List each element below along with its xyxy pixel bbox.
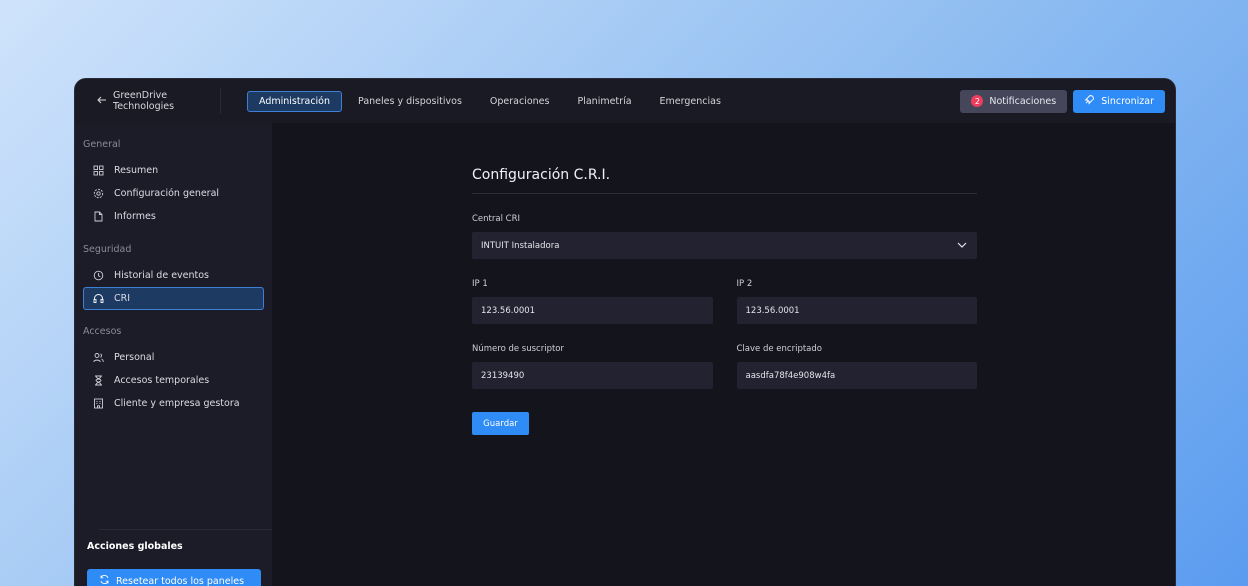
main-content: Configuración C.R.I. Central CRI INTUIT … bbox=[272, 123, 1175, 586]
back-link[interactable]: GreenDrive Technologies bbox=[87, 88, 221, 114]
central-cri-label: Central CRI bbox=[472, 214, 520, 224]
ip2-input[interactable]: 123.56.0001 bbox=[736, 297, 977, 324]
central-cri-value: INTUIT Instaladora bbox=[481, 240, 560, 251]
hourglass-icon bbox=[92, 375, 104, 387]
ip1-input[interactable]: 123.56.0001 bbox=[472, 297, 713, 324]
sidebar-item-resumen[interactable]: Resumen bbox=[83, 159, 264, 182]
subscriber-label: Número de suscriptor bbox=[472, 344, 564, 354]
chevron-down-icon bbox=[957, 241, 967, 251]
ip1-label: IP 1 bbox=[472, 279, 488, 289]
sidebar-item-label: Personal bbox=[114, 352, 155, 363]
refresh-icon bbox=[99, 574, 110, 586]
nav-paneles[interactable]: Paneles y dispositivos bbox=[346, 91, 474, 112]
sidebar: General Resumen Configuración general In… bbox=[75, 123, 272, 586]
nav-planimetria[interactable]: Planimetría bbox=[565, 91, 643, 112]
sidebar-item-cliente[interactable]: Cliente y empresa gestora bbox=[83, 392, 264, 415]
headset-icon bbox=[92, 293, 104, 305]
sidebar-item-accesos-temporales[interactable]: Accesos temporales bbox=[83, 369, 264, 392]
save-button[interactable]: Guardar bbox=[472, 412, 529, 435]
top-bar: GreenDrive Technologies Administración P… bbox=[75, 79, 1175, 123]
main-nav: Administración Paneles y dispositivos Op… bbox=[247, 90, 733, 112]
grid-icon bbox=[92, 165, 104, 177]
file-icon bbox=[92, 211, 104, 223]
section-accesos: Accesos bbox=[83, 325, 122, 337]
sidebar-item-cri[interactable]: CRI bbox=[83, 287, 264, 310]
reset-all-panels-button[interactable]: Resetear todos los paneles bbox=[87, 569, 261, 586]
sidebar-item-label: Informes bbox=[114, 211, 156, 222]
sidebar-item-informes[interactable]: Informes bbox=[83, 205, 264, 228]
notifications-label: Notificaciones bbox=[989, 95, 1057, 107]
gear-icon bbox=[92, 188, 104, 200]
reset-label: Resetear todos los paneles bbox=[116, 575, 245, 586]
sync-button[interactable]: Sincronizar bbox=[1073, 89, 1165, 113]
nav-operaciones[interactable]: Operaciones bbox=[478, 91, 562, 112]
sidebar-item-label: CRI bbox=[114, 293, 131, 304]
ip2-label: IP 2 bbox=[736, 279, 753, 289]
subscriber-input[interactable]: 23139490 bbox=[472, 362, 713, 389]
history-icon bbox=[92, 270, 104, 282]
notifications-badge: 2 bbox=[971, 95, 984, 107]
section-seguridad: Seguridad bbox=[83, 243, 132, 255]
encryption-key-input[interactable]: aasdfa78f4e908w4fa bbox=[736, 362, 977, 389]
encryption-key-label: Clave de encriptado bbox=[736, 344, 822, 354]
page-title: Configuración C.R.I. bbox=[472, 167, 977, 194]
sidebar-item-personal[interactable]: Personal bbox=[83, 346, 264, 369]
sidebar-divider bbox=[99, 529, 272, 530]
sidebar-item-historial[interactable]: Historial de eventos bbox=[83, 264, 264, 287]
sidebar-item-label: Resumen bbox=[114, 165, 159, 176]
nav-emergencias[interactable]: Emergencias bbox=[648, 91, 733, 112]
back-link-label: GreenDrive Technologies bbox=[113, 90, 175, 112]
nav-administracion[interactable]: Administración bbox=[247, 90, 343, 112]
arrow-left-icon bbox=[97, 96, 107, 107]
section-general: General bbox=[83, 138, 121, 150]
sidebar-item-configuracion[interactable]: Configuración general bbox=[83, 182, 264, 205]
sidebar-item-label: Cliente y empresa gestora bbox=[114, 398, 240, 409]
global-actions-title: Acciones globales bbox=[87, 541, 183, 552]
sidebar-item-label: Configuración general bbox=[114, 188, 220, 199]
sync-label: Sincronizar bbox=[1101, 95, 1154, 107]
central-cri-select[interactable]: INTUIT Instaladora bbox=[472, 232, 977, 259]
cri-config-form: Configuración C.R.I. Central CRI INTUIT … bbox=[472, 167, 977, 435]
building-icon bbox=[92, 398, 104, 410]
sidebar-item-label: Accesos temporales bbox=[114, 375, 210, 386]
sidebar-item-label: Historial de eventos bbox=[114, 270, 210, 281]
users-icon bbox=[92, 352, 104, 364]
rocket-icon bbox=[1084, 94, 1095, 108]
notifications-button[interactable]: 2 Notificaciones bbox=[960, 89, 1068, 113]
app-window: GreenDrive Technologies Administración P… bbox=[74, 78, 1176, 586]
